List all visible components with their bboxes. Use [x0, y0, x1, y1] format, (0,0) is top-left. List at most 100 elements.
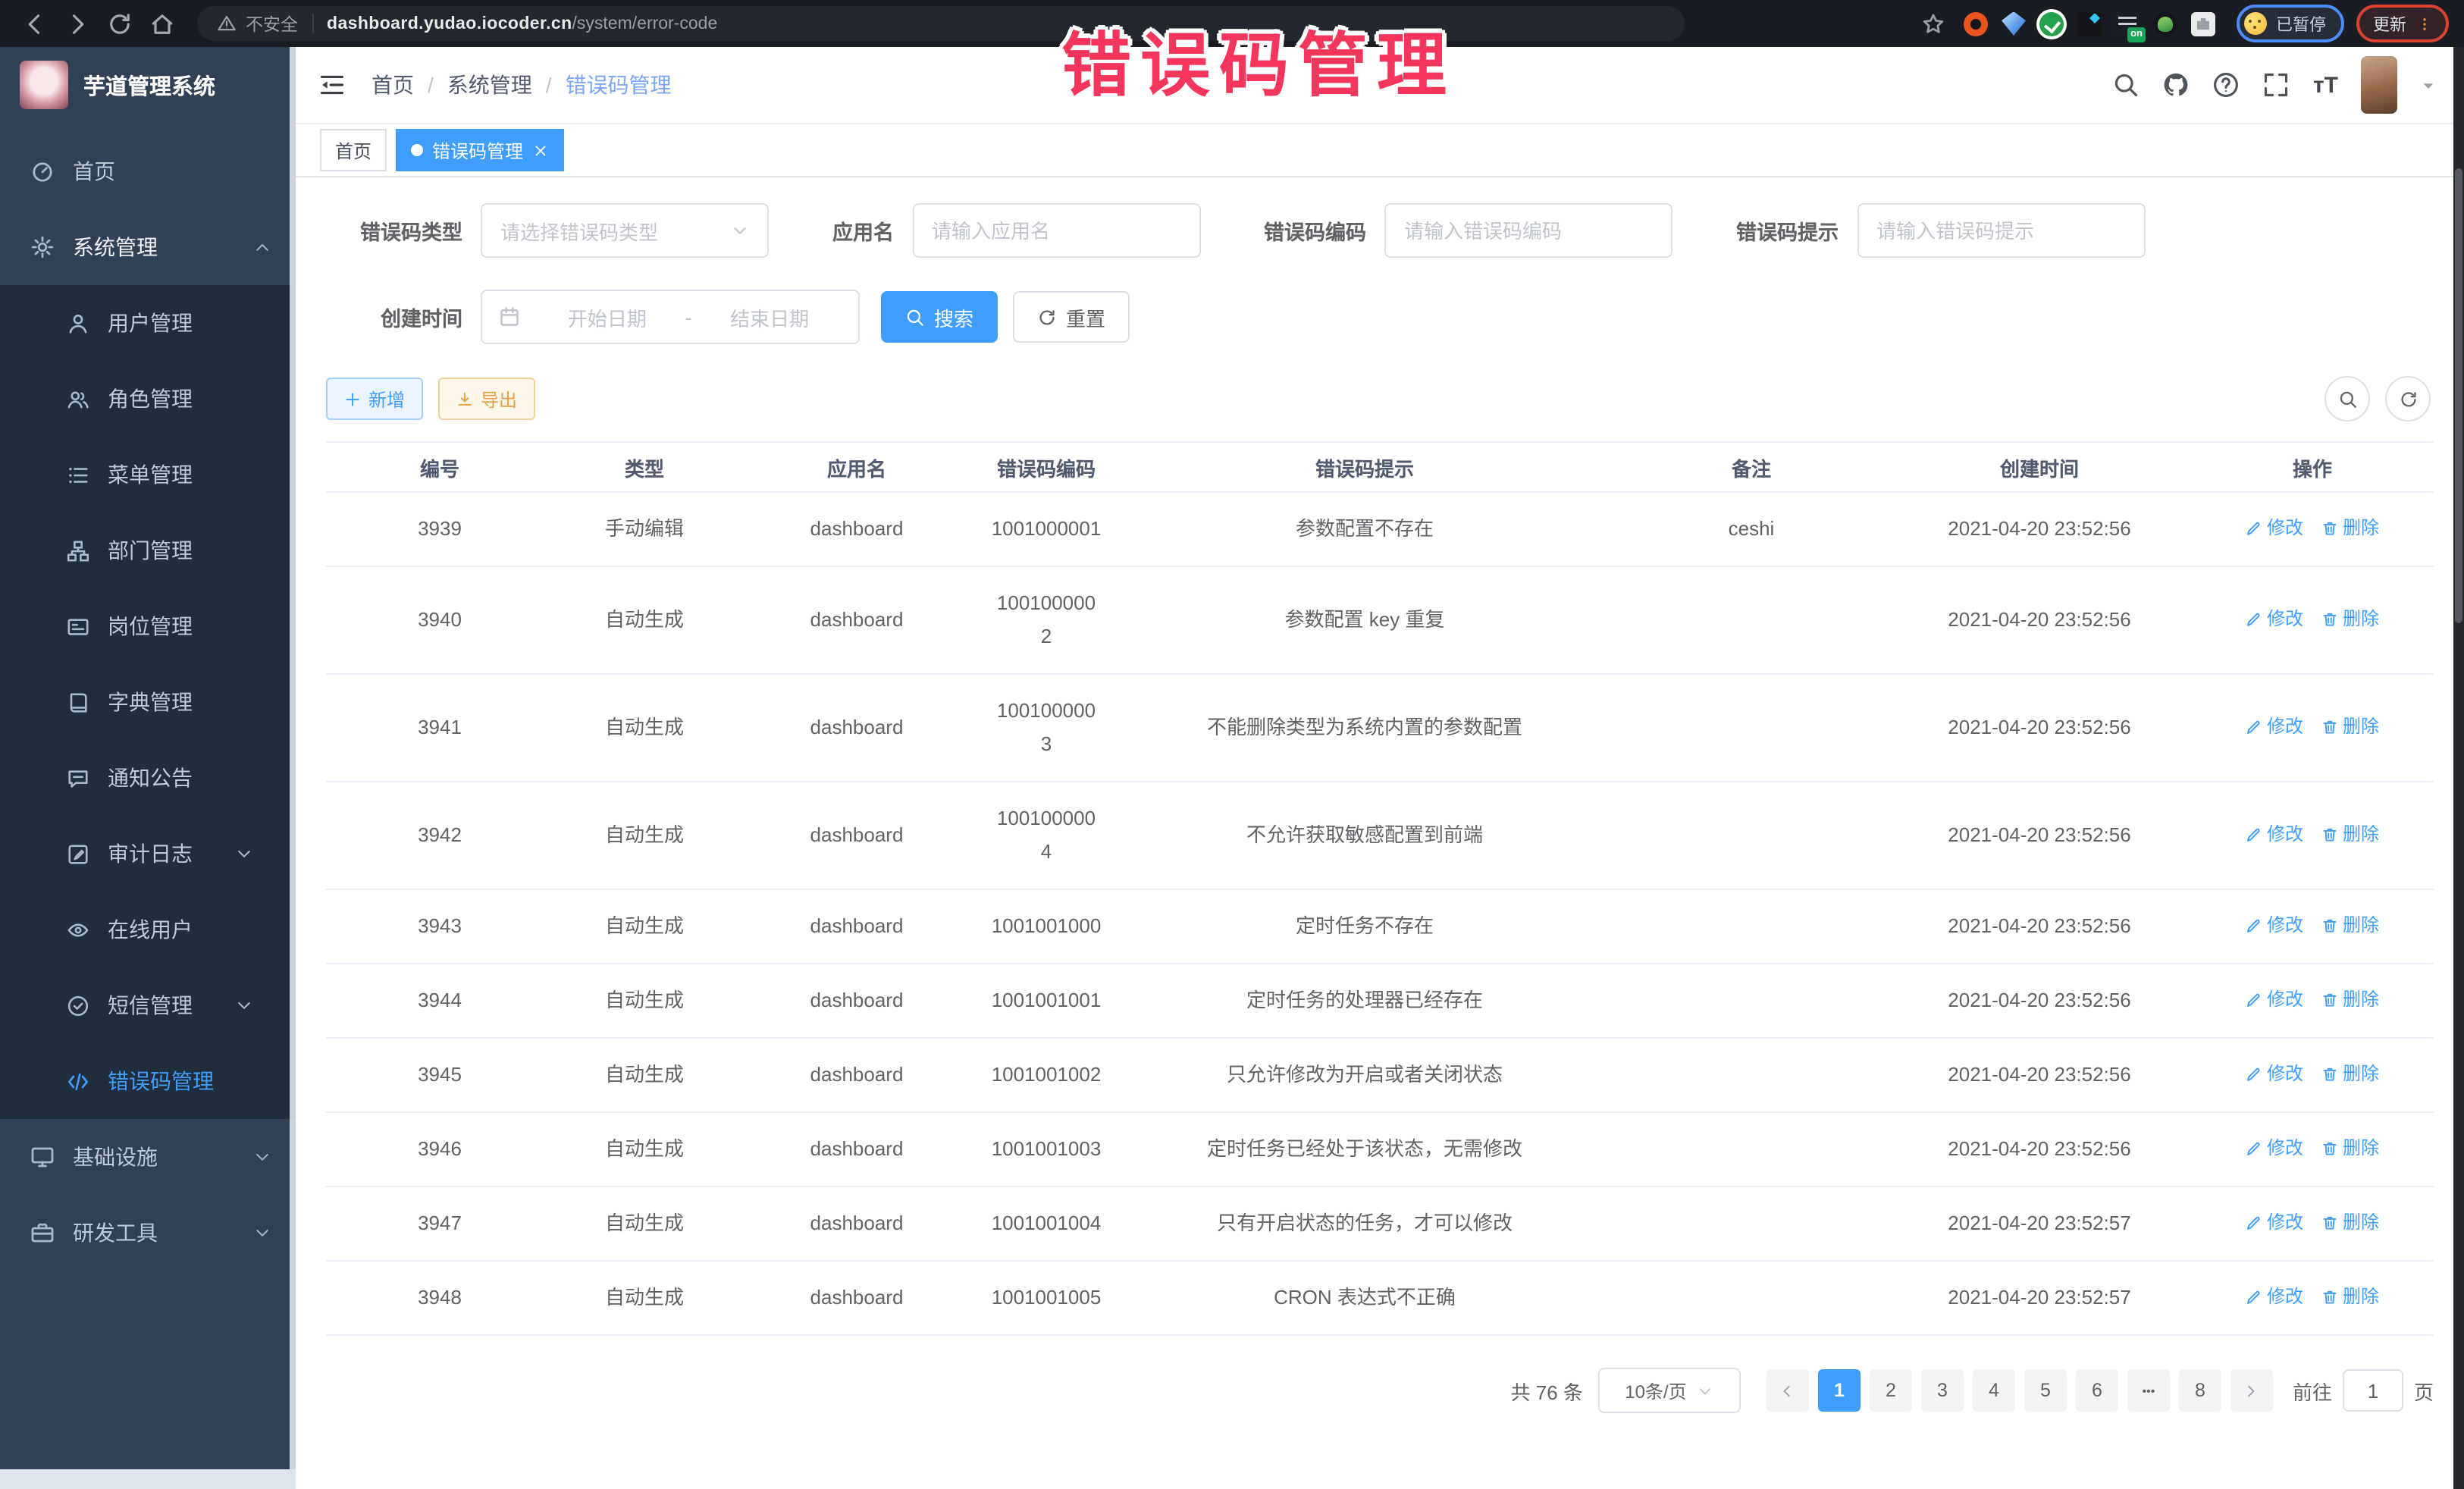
edit-action[interactable]: 修改	[2246, 911, 2303, 941]
extension-icon-4[interactable]	[2077, 11, 2102, 36]
search-button[interactable]: 搜索	[881, 291, 998, 343]
edit-action[interactable]: 修改	[2246, 1282, 2303, 1312]
export-button[interactable]: 导出	[438, 378, 535, 420]
delete-action[interactable]: 删除	[2321, 1059, 2379, 1089]
trash-icon	[2321, 1066, 2338, 1083]
reset-button[interactable]: 重置	[1013, 291, 1130, 343]
edit-action[interactable]: 修改	[2246, 985, 2303, 1015]
sidebar-item-dept[interactable]: 部门管理	[0, 513, 296, 588]
breadcrumb-item-error-code[interactable]: 错误码管理	[566, 70, 672, 100]
extension-icon-2[interactable]	[2002, 11, 2026, 36]
table-row: 3947自动生成dashboard1001001004只有开启状态的任务，才可以…	[326, 1186, 2434, 1261]
extension-icon-3[interactable]	[2039, 11, 2064, 36]
sidebar-scrollbar[interactable]	[290, 47, 296, 1469]
sidebar-item-audit-log[interactable]: 审计日志	[0, 816, 296, 892]
more-pages-button[interactable]: •••	[2127, 1369, 2170, 1412]
delete-action[interactable]: 删除	[2321, 1133, 2379, 1164]
fullscreen-icon[interactable]	[2263, 71, 2290, 99]
refresh-table-button[interactable]	[2385, 376, 2431, 422]
github-icon[interactable]	[2163, 71, 2190, 99]
page-button-4[interactable]: 4	[1973, 1369, 2015, 1412]
sidebar-item-role[interactable]: 角色管理	[0, 361, 296, 437]
help-icon[interactable]	[2213, 71, 2240, 99]
bookmark-star-icon[interactable]	[1921, 11, 1945, 36]
app-name-input[interactable]	[912, 203, 1200, 258]
edit-action[interactable]: 修改	[2246, 820, 2303, 850]
delete-action[interactable]: 删除	[2321, 911, 2379, 941]
goto-page-input[interactable]	[2343, 1369, 2403, 1412]
home-icon[interactable]	[149, 10, 176, 37]
user-avatar[interactable]	[2361, 56, 2397, 114]
profile-paused-badge[interactable]: 已暂停	[2237, 5, 2344, 42]
address-bar[interactable]: 不安全 dashboard.yudao.iocoder.cn/system/er…	[197, 6, 1685, 41]
reload-icon[interactable]	[106, 10, 133, 37]
delete-action[interactable]: 删除	[2321, 513, 2379, 544]
edit-action[interactable]: 修改	[2246, 604, 2303, 635]
sidebar-item-system[interactable]: 系统管理	[0, 209, 296, 285]
search-icon[interactable]	[2113, 71, 2140, 99]
delete-action[interactable]: 删除	[2321, 1282, 2379, 1312]
add-button[interactable]: 新增	[326, 378, 423, 420]
tag-home[interactable]: 首页	[320, 129, 387, 171]
sidebar-item-dict[interactable]: 字典管理	[0, 664, 296, 740]
date-range-input[interactable]: 开始日期 - 结束日期	[481, 290, 860, 344]
postcard-icon	[67, 615, 89, 638]
extension-icon-5[interactable]: on	[2115, 11, 2140, 36]
delete-action[interactable]: 删除	[2321, 604, 2379, 635]
tag-error-code[interactable]: 错误码管理	[396, 129, 564, 171]
sidebar-item-infra[interactable]: 基础设施	[0, 1119, 296, 1195]
edit-action[interactable]: 修改	[2246, 1133, 2303, 1164]
edit-action[interactable]: 修改	[2246, 1208, 2303, 1238]
sidebar-item-post[interactable]: 岗位管理	[0, 588, 296, 664]
browser-update-button[interactable]: 更新	[2356, 5, 2449, 42]
page-button-1[interactable]: 1	[1818, 1369, 1861, 1412]
cell-app: dashboard	[735, 889, 978, 964]
browser-menu-icon[interactable]	[2417, 14, 2432, 33]
sidebar-item-sms[interactable]: 短信管理	[0, 967, 296, 1043]
page-button-2[interactable]: 2	[1870, 1369, 1912, 1412]
breadcrumb-item-home[interactable]: 首页	[371, 70, 414, 100]
breadcrumb-item-system[interactable]: 系统管理	[447, 70, 532, 100]
sidebar-item-menu[interactable]: 菜单管理	[0, 437, 296, 513]
extension-icon-6[interactable]	[2153, 11, 2177, 36]
delete-action[interactable]: 删除	[2321, 1208, 2379, 1238]
scrollbar-thumb[interactable]	[2455, 168, 2462, 623]
extension-icon-1[interactable]	[1964, 11, 1988, 36]
cell-time: 2021-04-20 23:52:56	[1888, 1038, 2191, 1112]
prev-page-button[interactable]	[1766, 1369, 1809, 1412]
edit-action[interactable]: 修改	[2246, 1059, 2303, 1089]
error-code-input[interactable]	[1384, 203, 1672, 258]
sidebar-item-notice[interactable]: 通知公告	[0, 740, 296, 816]
page-button-8[interactable]: 8	[2179, 1369, 2221, 1412]
back-icon[interactable]	[21, 10, 49, 37]
sidebar-item-home[interactable]: 首页	[0, 133, 296, 209]
cell-code: 1001001003	[978, 1112, 1114, 1186]
window-scrollbar[interactable]	[2453, 47, 2464, 1489]
sidebar-item-user[interactable]: 用户管理	[0, 285, 296, 361]
edit-action[interactable]: 修改	[2246, 712, 2303, 742]
forward-icon[interactable]	[64, 10, 91, 37]
font-size-icon[interactable]: тT	[2313, 74, 2338, 96]
avatar-caret-icon[interactable]	[2420, 77, 2437, 93]
sidebar-collapse-icon[interactable]	[318, 71, 346, 99]
show-search-button[interactable]	[2324, 376, 2370, 422]
edit-action[interactable]: 修改	[2246, 513, 2303, 544]
next-page-button[interactable]	[2230, 1369, 2273, 1412]
page-button-3[interactable]: 3	[1921, 1369, 1964, 1412]
sidebar-item-online-user[interactable]: 在线用户	[0, 892, 296, 967]
cell-code: 100100000 4	[978, 782, 1114, 889]
app-logo[interactable]: 芋道管理系统	[0, 47, 296, 123]
extension-icon-7[interactable]	[2191, 11, 2215, 36]
delete-action[interactable]: 删除	[2321, 820, 2379, 850]
cell-id: 3946	[326, 1112, 553, 1186]
error-msg-input[interactable]	[1857, 203, 2145, 258]
page-button-6[interactable]: 6	[2076, 1369, 2118, 1412]
sidebar-item-error-code[interactable]: 错误码管理	[0, 1043, 296, 1119]
page-size-select[interactable]: 10条/页	[1598, 1368, 1741, 1413]
error-type-select[interactable]: 请选择错误码类型	[481, 203, 769, 258]
delete-action[interactable]: 删除	[2321, 712, 2379, 742]
sidebar-item-dev-tools[interactable]: 研发工具	[0, 1195, 296, 1271]
cell-memo	[1615, 889, 1888, 964]
page-button-5[interactable]: 5	[2024, 1369, 2067, 1412]
delete-action[interactable]: 删除	[2321, 985, 2379, 1015]
